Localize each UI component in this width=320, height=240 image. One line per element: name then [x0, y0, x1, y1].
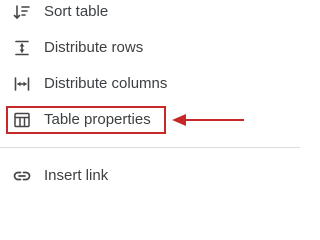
- distribute-rows-icon: [12, 38, 32, 58]
- menu-item-label: Table properties: [44, 111, 151, 128]
- menu-item-label: Distribute columns: [44, 75, 168, 92]
- menu-item-label: Distribute rows: [44, 39, 144, 56]
- menu-item-insert-link[interactable]: Insert link: [0, 162, 300, 190]
- context-menu: Sort table Distribute rows Distribute co…: [0, 0, 300, 200]
- link-icon: [12, 166, 32, 186]
- menu-item-sort-table[interactable]: Sort table: [0, 0, 300, 26]
- menu-divider: [0, 147, 300, 148]
- table-icon: [12, 110, 32, 130]
- menu-item-label: Insert link: [44, 167, 109, 184]
- menu-item-table-properties[interactable]: Table properties: [0, 106, 300, 134]
- menu-item-distribute-rows[interactable]: Distribute rows: [0, 34, 300, 62]
- sort-icon: [12, 2, 32, 22]
- distribute-columns-icon: [12, 74, 32, 94]
- menu-item-label: Sort table: [44, 3, 109, 20]
- menu-item-distribute-columns[interactable]: Distribute columns: [0, 70, 300, 98]
